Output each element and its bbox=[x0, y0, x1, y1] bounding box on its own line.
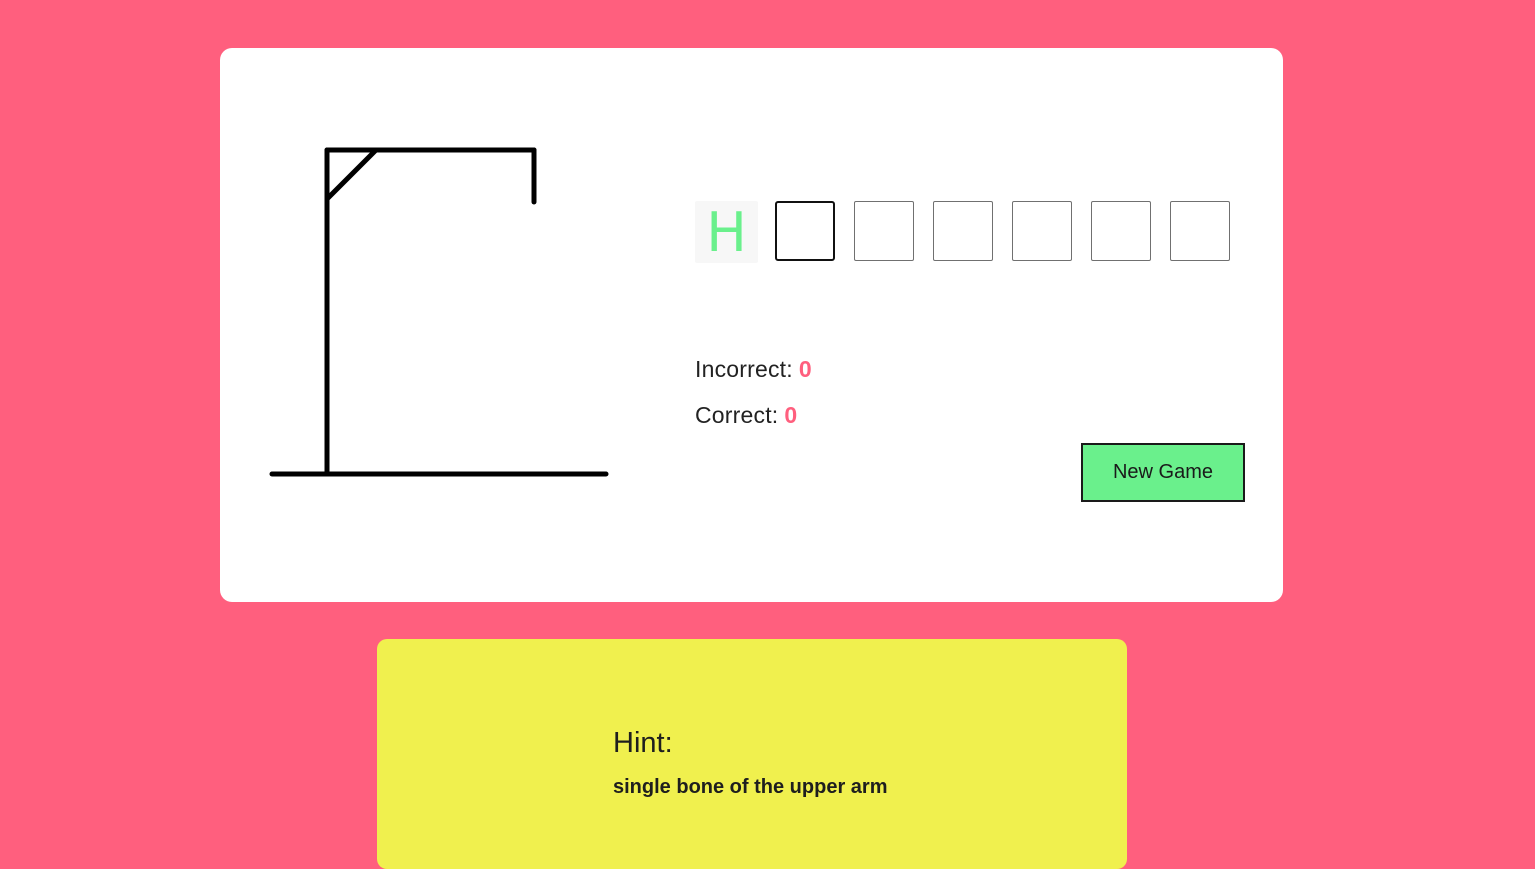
hint-text: single bone of the upper arm bbox=[613, 776, 888, 798]
letter-box[interactable] bbox=[1170, 201, 1230, 261]
correct-label: Correct: bbox=[695, 402, 779, 428]
gallows-drawing bbox=[269, 147, 609, 477]
word-letters: H bbox=[695, 201, 1230, 264]
incorrect-stat: Incorrect: 0 bbox=[695, 356, 812, 383]
correct-stat: Correct: 0 bbox=[695, 402, 797, 429]
new-game-button[interactable]: New Game bbox=[1081, 443, 1245, 502]
letter-box[interactable] bbox=[854, 201, 914, 261]
letter-box: H bbox=[695, 201, 758, 264]
gallows-brace bbox=[324, 147, 379, 202]
letter-box[interactable] bbox=[1012, 201, 1072, 261]
hint-title: Hint: bbox=[613, 727, 673, 759]
letter-box[interactable] bbox=[775, 201, 835, 261]
letter-box[interactable] bbox=[933, 201, 993, 261]
incorrect-count: 0 bbox=[798, 356, 812, 382]
correct-count: 0 bbox=[784, 402, 798, 428]
game-card: H Incorrect: 0 Correct: 0 New Game bbox=[220, 48, 1283, 602]
hint-card: Hint: single bone of the upper arm bbox=[377, 639, 1127, 869]
incorrect-label: Incorrect: bbox=[695, 356, 793, 382]
letter-box[interactable] bbox=[1091, 201, 1151, 261]
